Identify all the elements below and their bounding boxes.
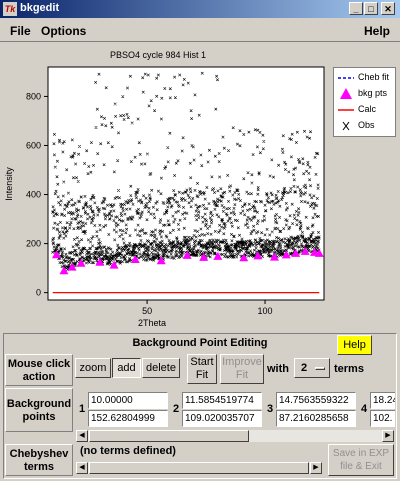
point-y-field[interactable]: 102. <box>370 410 395 427</box>
legend-label: Cheb fit <box>358 72 390 82</box>
point-index: 1 <box>79 403 86 415</box>
zoom-button[interactable]: zoom <box>75 358 111 378</box>
legend-label: Calc <box>358 104 377 114</box>
plot-area[interactable] <box>47 66 325 301</box>
triangle-icon <box>340 88 352 99</box>
scroll-left-icon[interactable]: ◀ <box>76 462 88 474</box>
scrollbar-thumb[interactable] <box>89 462 309 474</box>
tk-app-icon: Tk <box>3 2 17 16</box>
legend-label: Obs <box>358 120 375 130</box>
point-y-field[interactable]: 109.020035707 <box>182 410 262 427</box>
scroll-right-icon[interactable]: ▶ <box>310 462 322 474</box>
with-label: with <box>267 363 289 375</box>
window-title: bkgedit <box>20 2 60 14</box>
add-button[interactable]: add <box>112 358 141 378</box>
legend-bkg-pts: bkg pts <box>334 87 397 101</box>
menu-file[interactable]: File <box>10 24 31 38</box>
background-editing-panel: Background Point Editing Help Mouse clic… <box>3 333 397 479</box>
point-x-field[interactable]: 18.24 <box>370 392 395 409</box>
point-index: 4 <box>361 403 368 415</box>
maximize-button[interactable]: □ <box>364 2 378 15</box>
y-tick-label: 600 <box>26 140 41 150</box>
x-axis-label: 2Theta <box>138 318 166 328</box>
menu-bar: File Options Help <box>0 19 400 42</box>
legend-obs: Obs <box>334 119 397 133</box>
background-points-list: 1 10.00000 152.62804999 2 11.5854519774 … <box>77 392 395 429</box>
chart-title: PBSO4 cycle 984 Hist 1 <box>110 50 206 60</box>
x-tick-label: 50 <box>142 306 152 316</box>
delete-button[interactable]: delete <box>142 358 180 378</box>
background-points-label: Background points <box>5 388 73 432</box>
chebyshev-terms-value: (no terms defined) <box>80 445 176 457</box>
legend: Cheb fit bkg pts Calc Obs <box>333 67 396 137</box>
panel-help-button[interactable]: Help <box>337 335 372 355</box>
chebyshev-scrollbar[interactable]: ◀ ▶ <box>76 462 322 474</box>
point-x-field[interactable]: 11.5854519774 <box>182 392 262 409</box>
legend-cheb-fit: Cheb fit <box>334 71 397 85</box>
title-bar: Tk bkgedit _ □ ✕ <box>0 0 400 18</box>
scroll-left-icon[interactable]: ◀ <box>76 430 88 442</box>
point-index: 2 <box>173 403 180 415</box>
y-tick-label: 0 <box>36 288 41 298</box>
terms-value: 2 <box>301 362 308 374</box>
save-and-exit-button[interactable]: Save in EXP file & Exit <box>328 444 394 476</box>
y-tick-label: 400 <box>26 190 41 200</box>
y-tick-label: 800 <box>26 91 41 101</box>
point-x-field[interactable]: 10.00000 <box>88 392 168 409</box>
terms-label: terms <box>334 363 364 375</box>
legend-label: bkg pts <box>358 88 388 98</box>
chebyshev-terms-label: Chebyshev terms <box>5 444 73 476</box>
start-fit-button[interactable]: Start Fit <box>187 354 217 384</box>
point-y-field[interactable]: 152.62804999 <box>88 410 168 427</box>
close-button[interactable]: ✕ <box>381 2 395 15</box>
cross-icon <box>342 121 350 131</box>
menu-options[interactable]: Options <box>41 24 86 38</box>
dropdown-indicator-icon <box>315 367 325 370</box>
solid-line-icon <box>338 109 354 111</box>
scroll-right-icon[interactable]: ▶ <box>382 430 394 442</box>
y-axis-label: Intensity <box>4 167 14 201</box>
minimize-button[interactable]: _ <box>349 2 363 15</box>
y-tick-label: 200 <box>26 239 41 249</box>
point-y-field[interactable]: 87.2160285658 <box>276 410 356 427</box>
x-tick-label: 100 <box>258 306 273 316</box>
mouse-action-label: Mouse click action <box>5 354 73 386</box>
scrollbar-thumb[interactable] <box>89 430 249 442</box>
point-index: 3 <box>267 403 274 415</box>
terms-dropdown[interactable]: 2 <box>294 358 330 378</box>
dashed-line-icon <box>338 77 354 79</box>
legend-calc: Calc <box>334 103 397 117</box>
point-x-field[interactable]: 14.7563559322 <box>276 392 356 409</box>
menu-help[interactable]: Help <box>364 24 390 38</box>
improve-fit-button[interactable]: Improve Fit <box>220 354 264 384</box>
points-scrollbar[interactable]: ◀ ▶ <box>76 430 394 442</box>
